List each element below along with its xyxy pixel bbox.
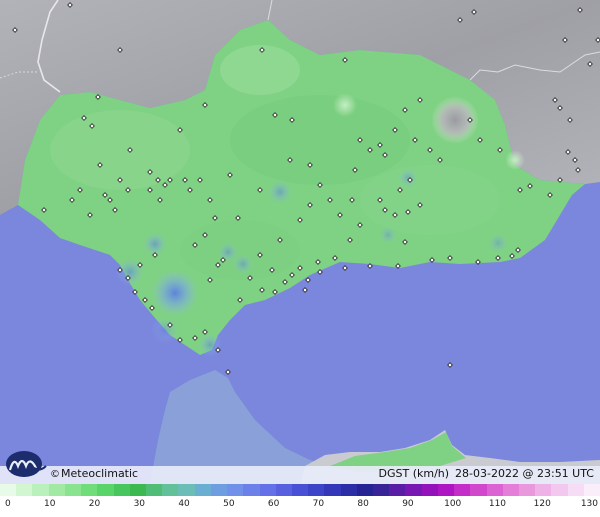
- legend-tick-label: 80: [357, 499, 369, 509]
- legend-color-swatch: [64, 484, 82, 496]
- legend-tick-label: 20: [88, 499, 101, 509]
- legend-color-swatch: [291, 484, 309, 496]
- legend-color-bar: [0, 484, 600, 496]
- legend-tick-label: 90: [402, 499, 414, 509]
- legend-color-swatch: [129, 484, 146, 496]
- legend-color-swatch: [551, 484, 568, 496]
- time-separator: @: [522, 467, 534, 480]
- legend-color-swatch: [470, 484, 487, 496]
- map-info: DGST (km/h) 28-03-2022 @ 23:51 UTC: [379, 467, 595, 480]
- legend-tick-label: 40: [178, 499, 190, 509]
- map-attribution: ©Meteoclimatic: [50, 467, 138, 480]
- legend-color-swatch: [32, 484, 49, 496]
- legend-color-swatch: [421, 484, 438, 496]
- legend-color-swatch: [437, 484, 455, 496]
- legend-color-swatch: [308, 484, 325, 496]
- legend-color-swatch: [0, 484, 17, 496]
- legend-tick-label: 30: [133, 499, 146, 509]
- legend-tick-label: 70: [312, 499, 325, 509]
- copyright-symbol: ©: [50, 469, 60, 480]
- legend-color-swatch: [340, 484, 357, 496]
- legend-color-swatch: [324, 484, 341, 496]
- variable-label: DGST (km/h): [378, 467, 450, 480]
- legend-tick-label: 10: [44, 499, 56, 509]
- meteoclimatic-logo: [6, 451, 47, 477]
- legend-color-swatch: [519, 484, 536, 496]
- map-time: 23:51 UTC: [536, 467, 594, 480]
- map-date: 28-03-2022: [455, 467, 519, 480]
- legend-color-swatch: [486, 484, 503, 496]
- legend-tick-label: 50: [223, 499, 235, 509]
- legend-tick-label: 130: [580, 499, 598, 509]
- legend-color-swatch: [178, 484, 195, 496]
- attribution-text: Meteoclimatic: [61, 467, 139, 480]
- legend-color-swatch: [97, 484, 114, 496]
- legend-color-swatch: [275, 484, 292, 496]
- legend-color-swatch: [16, 484, 33, 496]
- legend-color-swatch: [194, 484, 211, 496]
- legend-color-swatch: [145, 484, 163, 496]
- legend-color-swatch: [259, 484, 276, 496]
- legend-tick-label: 100: [444, 499, 462, 509]
- legend-tick-label: 120: [533, 499, 551, 509]
- legend-color-swatch: [454, 484, 471, 496]
- legend-tick-label: 0: [5, 499, 11, 509]
- legend-tick-label: 110: [488, 499, 507, 509]
- legend-color-swatch: [162, 484, 179, 496]
- legend-color-swatch: [356, 484, 374, 496]
- legend-color-swatch: [210, 484, 228, 496]
- legend-tick-label: 60: [267, 499, 280, 509]
- color-scale-legend: 0 10 20 30 40 50 60 70 80 90 100 110 120 130: [0, 484, 600, 517]
- legend-color-swatch: [567, 484, 584, 496]
- legend-color-swatch: [243, 484, 260, 496]
- wind-gust-map: [0, 0, 600, 484]
- legend-color-swatch: [113, 484, 130, 496]
- legend-color-swatch: [389, 484, 406, 496]
- legend-color-swatch: [502, 484, 519, 496]
- legend-color-swatch: [373, 484, 390, 496]
- legend-color-swatch: [227, 484, 244, 496]
- legend-color-swatch: [405, 484, 422, 496]
- legend-color-swatch: [48, 484, 65, 496]
- legend-color-swatch: [583, 484, 600, 496]
- legend-color-swatch: [81, 484, 98, 496]
- legend-color-swatch: [535, 484, 552, 496]
- legend-labels: 0 10 20 30 40 50 60 70 80 90 100 110 120 130: [0, 497, 600, 513]
